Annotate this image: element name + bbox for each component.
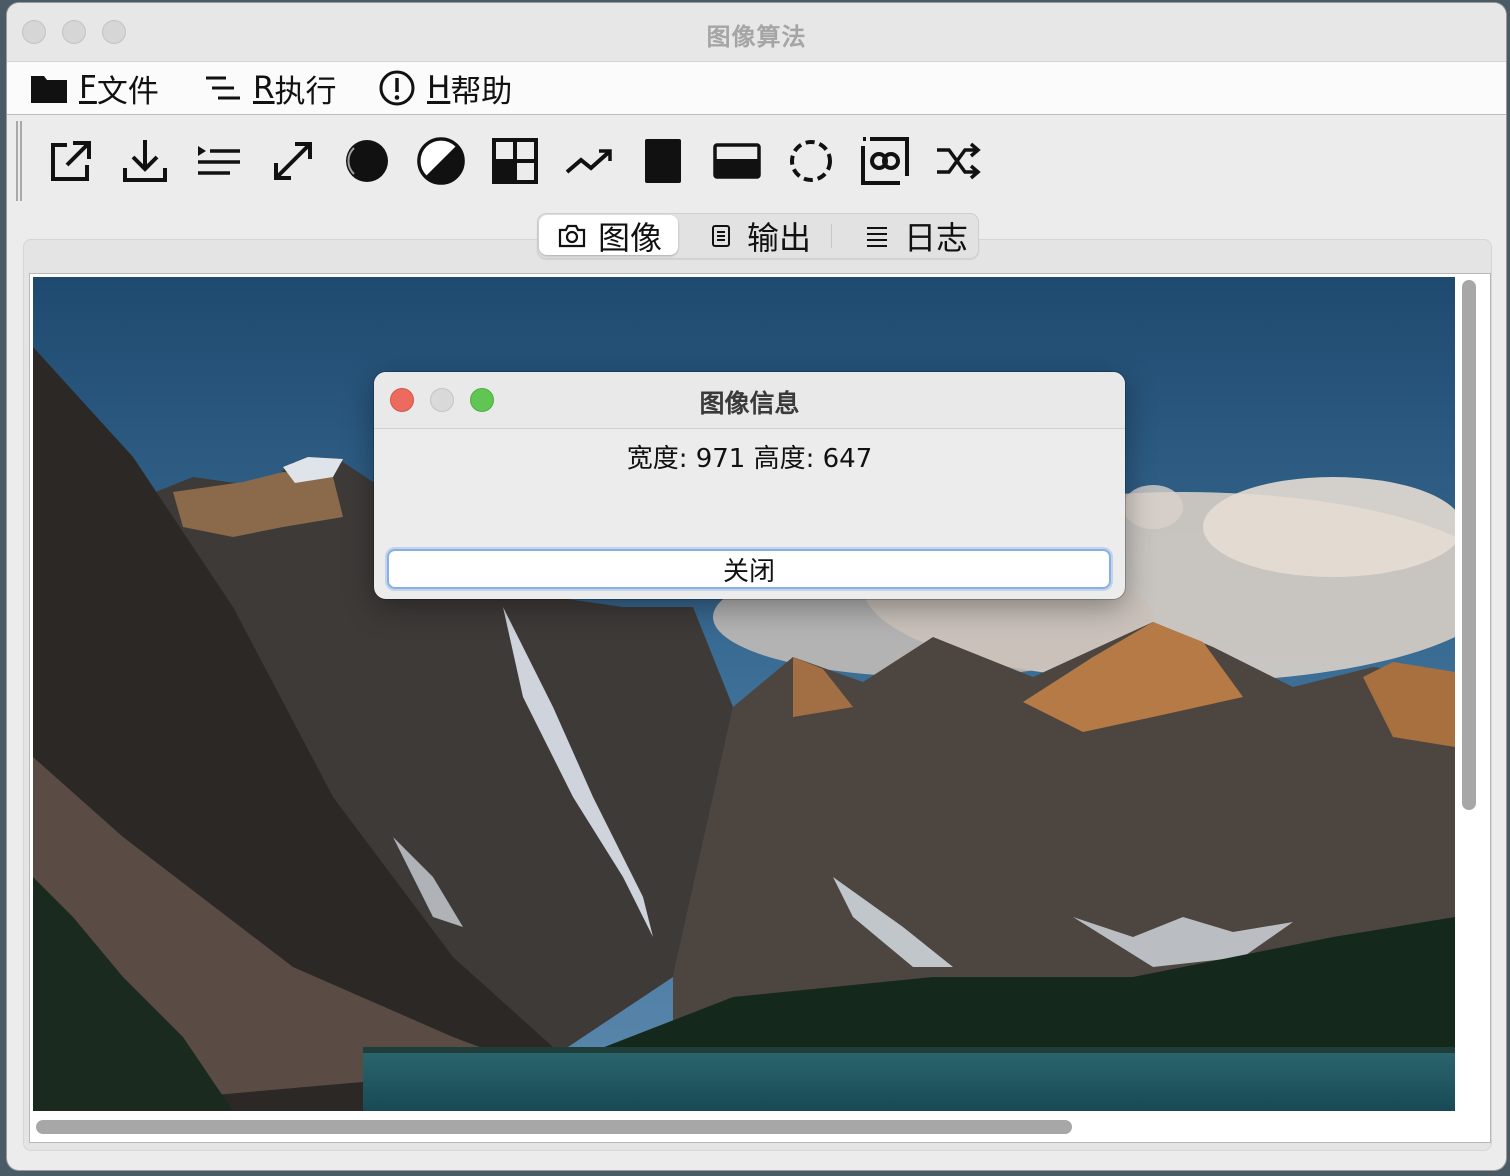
menu-help-mnemonic: H (427, 70, 451, 106)
vertical-scrollbar[interactable] (1462, 280, 1476, 810)
menu-file[interactable]: F 文件 (29, 68, 159, 110)
title-bar[interactable]: 图像算法 (7, 3, 1506, 62)
download-icon[interactable] (120, 136, 170, 186)
tab-output-label: 输出 (747, 219, 812, 257)
folder-icon (29, 68, 69, 108)
exclamation-circle-icon (377, 68, 417, 108)
open-external-icon[interactable] (46, 136, 96, 186)
black-rect-icon[interactable] (638, 136, 688, 186)
close-button[interactable]: 关闭 (387, 549, 1111, 589)
toolbar (7, 115, 1506, 207)
tab-image[interactable]: 图像 (558, 214, 662, 258)
indent-list-icon[interactable] (194, 136, 244, 186)
menu-file-label: 文件 (96, 73, 159, 110)
expand-arrows-icon[interactable] (268, 136, 318, 186)
tab-bar: 图像 输出 日志 (537, 213, 979, 259)
list-run-icon (203, 68, 243, 108)
menu-file-mnemonic: F (79, 70, 97, 106)
grid-icon[interactable] (490, 136, 540, 186)
image-info-dialog: 图像信息 宽度: 971 高度: 647 关闭 (374, 372, 1125, 599)
menu-bar: F 文件 R 执行 H 帮助 (7, 62, 1506, 115)
tab-separator (831, 224, 832, 248)
camera-icon (558, 224, 586, 248)
dialog-title-bar[interactable]: 图像信息 (374, 372, 1125, 429)
image-link-icon[interactable] (860, 136, 910, 186)
menu-run[interactable]: R 执行 (203, 68, 337, 110)
rotate-icon[interactable] (786, 136, 836, 186)
horizontal-scrollbar[interactable] (36, 1120, 1072, 1134)
tab-image-label: 图像 (598, 219, 663, 257)
shuffle-icon[interactable] (934, 136, 984, 186)
document-icon (711, 224, 731, 248)
menu-help[interactable]: H 帮助 (377, 68, 513, 110)
menu-help-label: 帮助 (450, 73, 513, 110)
toolbar-grip[interactable] (16, 121, 22, 201)
circle-filled-icon[interactable] (342, 136, 392, 186)
dialog-title: 图像信息 (699, 389, 800, 418)
tab-log[interactable]: 日志 (866, 214, 968, 258)
tab-output[interactable]: 输出 (711, 214, 811, 258)
contrast-icon[interactable] (416, 136, 466, 186)
window-title: 图像算法 (706, 23, 807, 51)
menu-run-label: 执行 (274, 73, 337, 110)
menu-run-mnemonic: R (253, 70, 275, 106)
image-dimensions-text: 宽度: 971 高度: 647 (626, 444, 873, 474)
half-rect-icon[interactable] (712, 136, 762, 186)
lines-icon (866, 225, 888, 247)
trend-icon[interactable] (564, 136, 614, 186)
tab-log-label: 日志 (904, 219, 969, 257)
